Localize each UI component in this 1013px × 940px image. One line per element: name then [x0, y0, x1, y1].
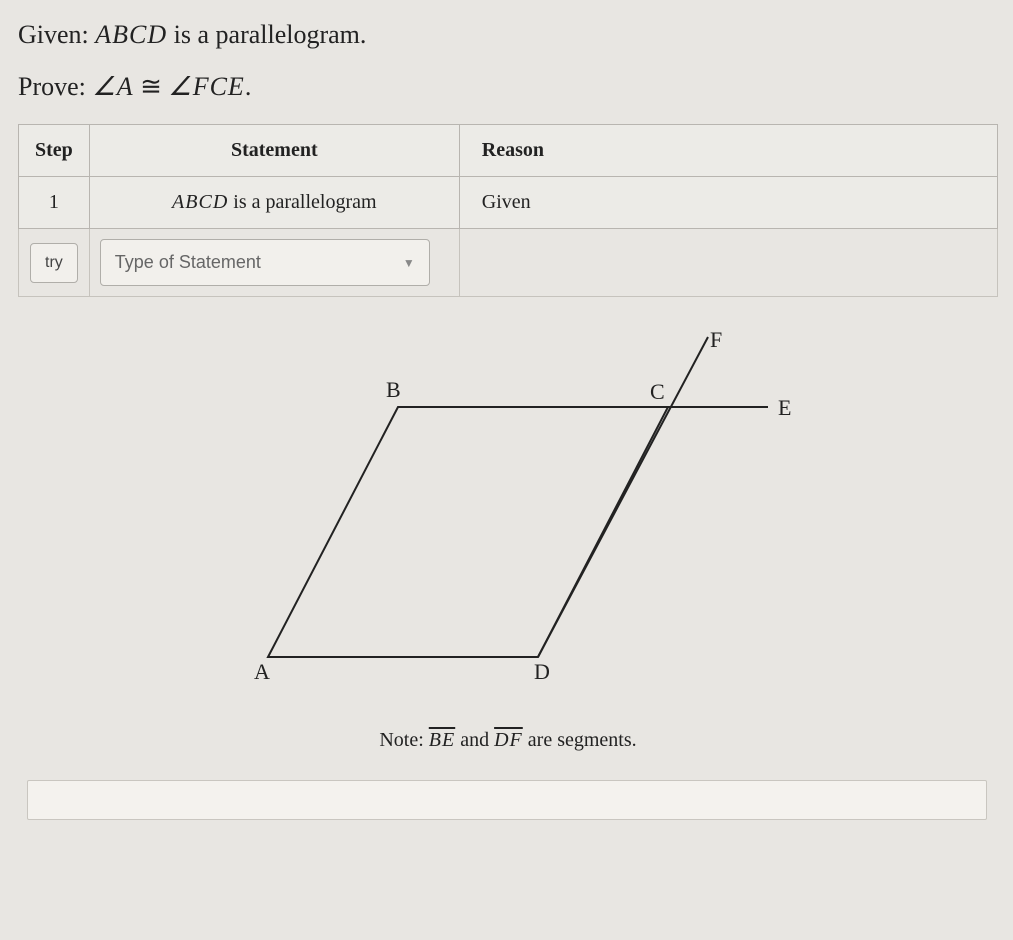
vertex-label-c: C: [650, 379, 665, 404]
prove-suffix: .: [245, 72, 252, 101]
given-statement: Given: ABCD is a parallelogram.: [18, 20, 995, 50]
type-of-statement-dropdown[interactable]: Type of Statement ▼: [100, 239, 430, 286]
vertex-label-d: D: [534, 659, 550, 684]
geometry-figure: A B C D E F Note: BE and DF are segments…: [18, 327, 998, 752]
prove-lhs: ∠A: [92, 72, 133, 101]
proof-table: Step Statement Reason 1 ABCD is a parall…: [18, 124, 998, 297]
step-number: 1: [19, 177, 90, 229]
dropdown-placeholder: Type of Statement: [115, 252, 261, 273]
parallelogram-diagram: A B C D E F: [198, 327, 818, 707]
reason-cell: Given: [459, 177, 997, 229]
header-step: Step: [19, 125, 90, 177]
note-mid: and: [455, 729, 494, 751]
segment-df: [538, 337, 708, 657]
try-button[interactable]: try: [30, 243, 78, 283]
prove-prefix: Prove:: [18, 72, 92, 101]
statement-math: ABCD: [172, 191, 228, 213]
statement-text: is a parallelogram: [228, 191, 376, 213]
note-segment-df: DF: [494, 729, 523, 751]
given-suffix: is a parallelogram.: [167, 20, 366, 49]
statement-cell: ABCD is a parallelogram: [89, 177, 459, 229]
note-suffix: are segments.: [523, 729, 637, 751]
reason-cell-empty: [459, 229, 997, 297]
header-reason: Reason: [459, 125, 997, 177]
vertex-label-a: A: [254, 659, 270, 684]
note-prefix: Note:: [379, 729, 428, 751]
header-statement: Statement: [89, 125, 459, 177]
table-row: 1 ABCD is a parallelogram Given: [19, 177, 998, 229]
vertex-label-f: F: [710, 327, 722, 352]
table-row: try Type of Statement ▼: [19, 229, 998, 297]
parallelogram-abcd: [268, 407, 668, 657]
vertex-label-b: B: [386, 377, 401, 402]
prove-rhs: ∠FCE: [168, 72, 244, 101]
answer-input[interactable]: [27, 780, 987, 820]
prove-statement: Prove: ∠A ≅ ∠FCE.: [18, 72, 995, 102]
chevron-down-icon: ▼: [403, 256, 415, 270]
given-prefix: Given:: [18, 20, 95, 49]
figure-note: Note: BE and DF are segments.: [18, 729, 998, 752]
given-math: ABCD: [95, 20, 167, 49]
note-segment-be: BE: [429, 729, 455, 751]
prove-relation: ≅: [134, 72, 169, 101]
vertex-label-e: E: [778, 395, 791, 420]
